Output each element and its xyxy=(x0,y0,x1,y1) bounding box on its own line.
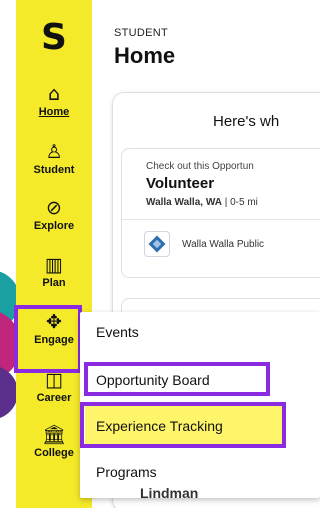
app-logo[interactable]: S xyxy=(32,16,76,60)
student-icon: ♙ xyxy=(45,141,63,163)
organization-logo-icon xyxy=(144,231,170,257)
engage-highlight-box xyxy=(14,305,82,373)
opportunity-title[interactable]: Volunteer xyxy=(146,175,214,192)
experience-tracking-highlight-box xyxy=(80,402,286,448)
sidebar-item-label: Student xyxy=(33,164,75,176)
opportunity-location: Walla Walla, WA xyxy=(146,197,222,208)
map-icon: ▥ xyxy=(45,254,63,276)
partial-text: Lindman xyxy=(140,485,199,501)
opportunity-prompt: Check out this Opportun xyxy=(146,161,254,172)
opportunity-location-line: Walla Walla, WA | 0-5 mi xyxy=(146,197,258,208)
menu-item-programs[interactable]: Programs xyxy=(96,464,157,480)
opportunity-card[interactable]: Check out this Opportun Volunteer Walla … xyxy=(121,148,320,278)
home-icon: ⌂ xyxy=(47,83,61,105)
sidebar-item-label: Explore xyxy=(33,220,75,232)
sidebar-item-explore[interactable]: ⊘ Explore xyxy=(16,198,92,232)
menu-item-events[interactable]: Events xyxy=(96,324,139,340)
opportunity-distance: | 0-5 mi xyxy=(221,197,258,208)
left-edge-strip xyxy=(0,0,16,508)
sidebar-item-label: Plan xyxy=(42,277,66,289)
sidebar-item-student[interactable]: ♙ Student xyxy=(16,142,92,176)
organization-name[interactable]: Walla Walla Public xyxy=(182,239,264,250)
header-section: STUDENT xyxy=(114,27,169,39)
sidebar-item-home[interactable]: ⌂ Home xyxy=(16,84,92,118)
page-title: Home xyxy=(114,43,176,68)
divider xyxy=(122,219,320,220)
card-heading: Here's wh xyxy=(213,113,280,130)
compass-icon: ⊘ xyxy=(46,197,62,219)
sidebar-item-plan[interactable]: ▥ Plan xyxy=(16,255,92,289)
sidebar-item-label: Home xyxy=(38,106,70,118)
opportunity-board-highlight-box xyxy=(84,362,270,396)
